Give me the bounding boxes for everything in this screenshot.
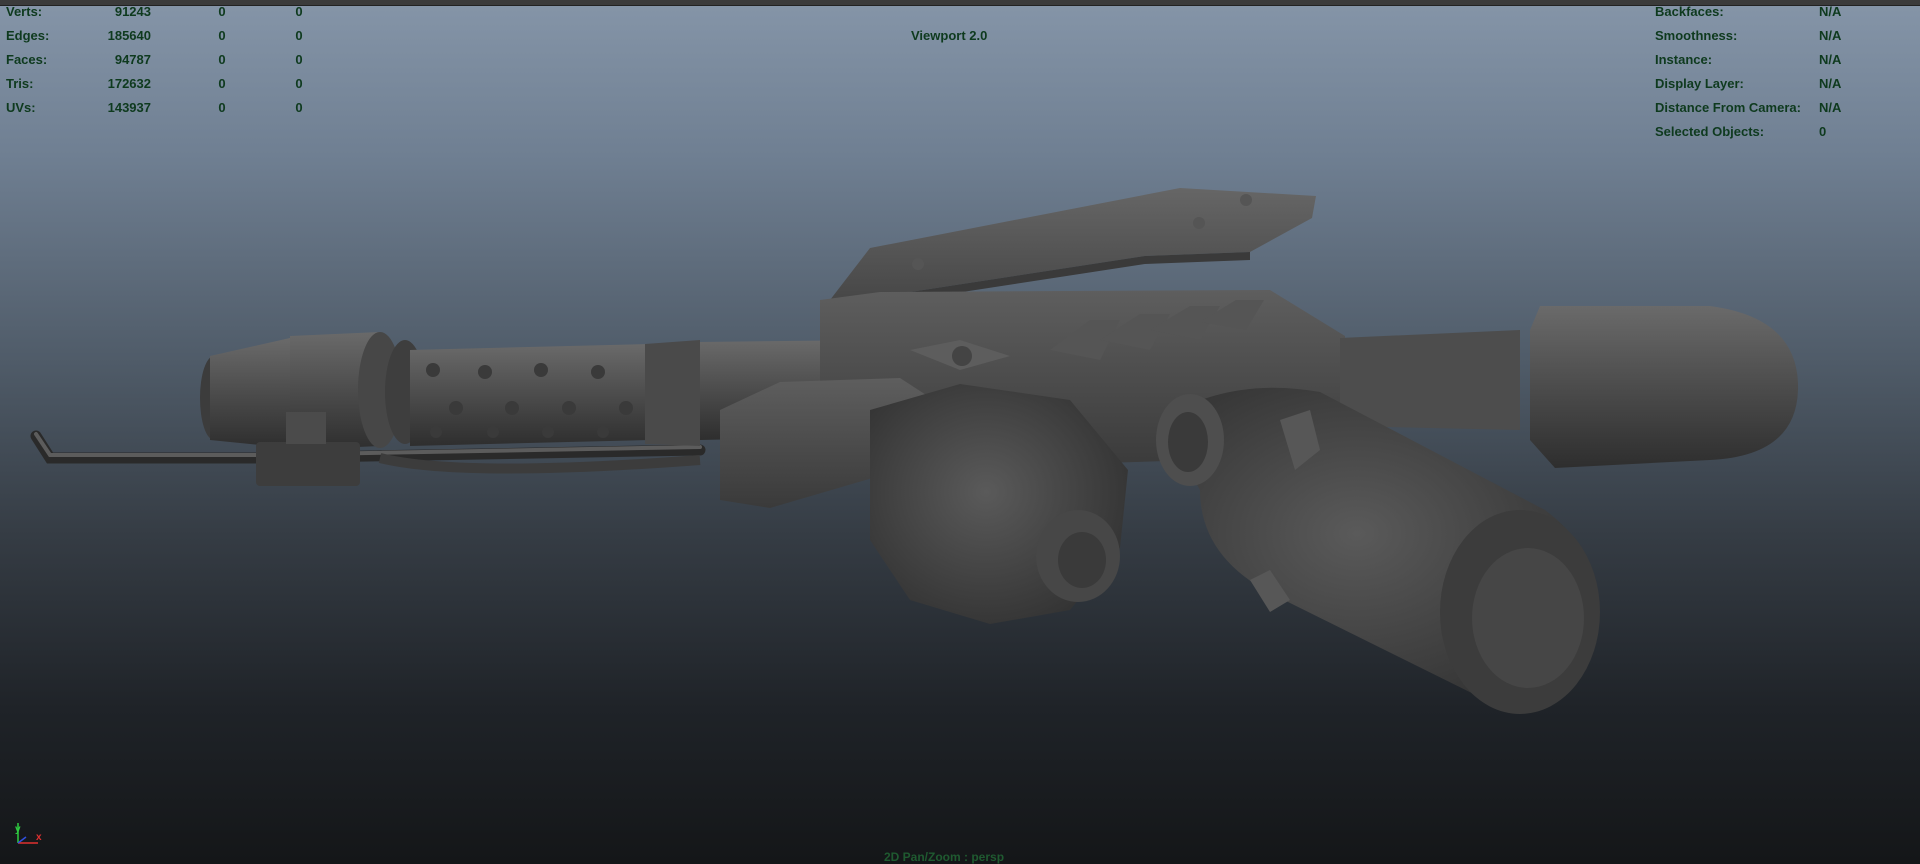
- axis-y-label: y: [15, 824, 21, 835]
- axis-x-label: x: [36, 832, 42, 843]
- axis-gizmo-icon: y x: [15, 823, 42, 844]
- canister-coupling: [1156, 394, 1224, 486]
- camera-label: 2D Pan/Zoom : persp: [884, 850, 1005, 864]
- carry-handle: [830, 188, 1316, 304]
- front-grip: [720, 378, 1128, 624]
- viewport-3d-model[interactable]: [0, 0, 1920, 864]
